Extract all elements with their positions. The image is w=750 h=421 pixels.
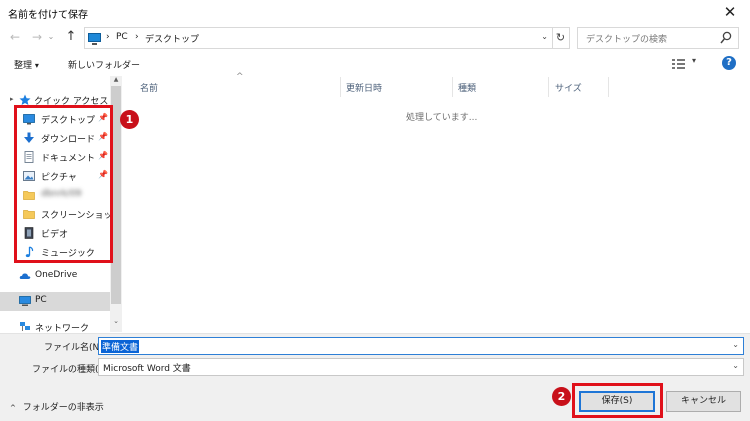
save-button[interactable]: 保存(S) [579, 391, 655, 412]
nav-item-label: PC [35, 295, 47, 305]
up-arrow-icon[interactable]: ↑ [64, 30, 78, 44]
address-bar[interactable]: › PC › デスクトップ ⌄ [84, 27, 553, 49]
step-badge-1: 1 [120, 110, 139, 129]
view-dropdown-icon[interactable]: ▾ [692, 56, 696, 65]
cancel-button[interactable]: キャンセル [666, 391, 741, 412]
chevron-down-icon[interactable]: ⌄ [732, 340, 739, 349]
chevron-up-icon: ^ [10, 404, 16, 412]
search-placeholder: デスクトップの検索 [586, 35, 668, 45]
filetype-value: Microsoft Word 文書 [103, 364, 191, 374]
help-icon[interactable]: ? [722, 56, 736, 70]
network-icon [20, 322, 30, 331]
onedrive-cloud-icon [19, 273, 31, 279]
organize-button[interactable]: 整理 ▾ [14, 58, 39, 71]
address-dropdown-icon[interactable]: ⌄ [541, 32, 548, 41]
filename-value[interactable]: 準備文書 [101, 340, 140, 353]
breadcrumb-separator: › [106, 32, 110, 42]
window-title: 名前を付けて保存 [8, 10, 88, 21]
column-header-type[interactable]: 種類 [458, 81, 476, 94]
chevron-right-icon[interactable]: ▸ [10, 95, 14, 103]
column-divider[interactable] [340, 77, 341, 97]
loading-status: 処理しています... [406, 113, 478, 123]
breadcrumb-separator: › [135, 32, 139, 42]
pc-icon [88, 33, 101, 45]
nav-item-pc[interactable]: PC [0, 292, 110, 311]
organize-label: 整理 [14, 61, 33, 71]
chevron-down-icon[interactable]: ⌄ [732, 361, 739, 370]
column-header-name[interactable]: 名前 [140, 81, 158, 94]
refresh-icon[interactable]: ↻ [552, 27, 570, 49]
command-toolbar: 整理 ▾ 新しいフォルダー ▾ ? [0, 54, 750, 76]
nav-item-label: OneDrive [35, 270, 78, 280]
hide-folders-label: フォルダーの非表示 [22, 403, 104, 413]
search-icon[interactable] [720, 31, 732, 45]
chevron-down-icon: ▾ [34, 61, 39, 70]
scroll-down-icon[interactable]: ⌄ [111, 317, 121, 327]
scroll-up-icon[interactable]: ▲ [111, 76, 121, 86]
column-header-modified[interactable]: 更新日時 [346, 81, 382, 94]
filetype-select[interactable]: Microsoft Word 文書 ⌄ [98, 358, 744, 376]
forward-arrow-icon[interactable]: → [30, 30, 44, 44]
title-bar: 名前を付けて保存 ✕ [0, 0, 750, 25]
new-folder-button[interactable]: 新しいフォルダー [68, 58, 140, 71]
close-icon[interactable]: ✕ [720, 2, 740, 22]
nav-item-onedrive[interactable]: OneDrive [0, 267, 110, 286]
step-badge-2: 2 [552, 387, 571, 406]
filename-label: ファイル名(N): [44, 343, 106, 353]
nav-item-network[interactable]: ネットワーク [0, 318, 110, 332]
nav-item-label: ネットワーク [35, 324, 90, 332]
filename-input[interactable]: 準備文書 ⌄ [98, 337, 744, 355]
view-options-icon[interactable] [672, 58, 686, 70]
hide-folders-toggle[interactable]: ^ フォルダーの非表示 [10, 400, 104, 413]
column-headers: 名前 更新日時 種類 サイズ [130, 77, 742, 97]
column-divider[interactable] [452, 77, 453, 97]
column-divider[interactable] [548, 77, 549, 97]
column-header-size[interactable]: サイズ [555, 81, 582, 94]
pc-icon [19, 296, 31, 306]
breadcrumb-desktop[interactable]: デスクトップ [145, 32, 199, 45]
recent-dropdown-icon[interactable]: ⌄ [44, 30, 58, 44]
breadcrumb-pc[interactable]: PC [116, 32, 128, 42]
column-divider[interactable] [608, 77, 609, 97]
highlight-frame-quick-access [14, 105, 113, 263]
back-arrow-icon[interactable]: ← [8, 30, 22, 44]
search-input[interactable]: デスクトップの検索 [577, 27, 739, 49]
